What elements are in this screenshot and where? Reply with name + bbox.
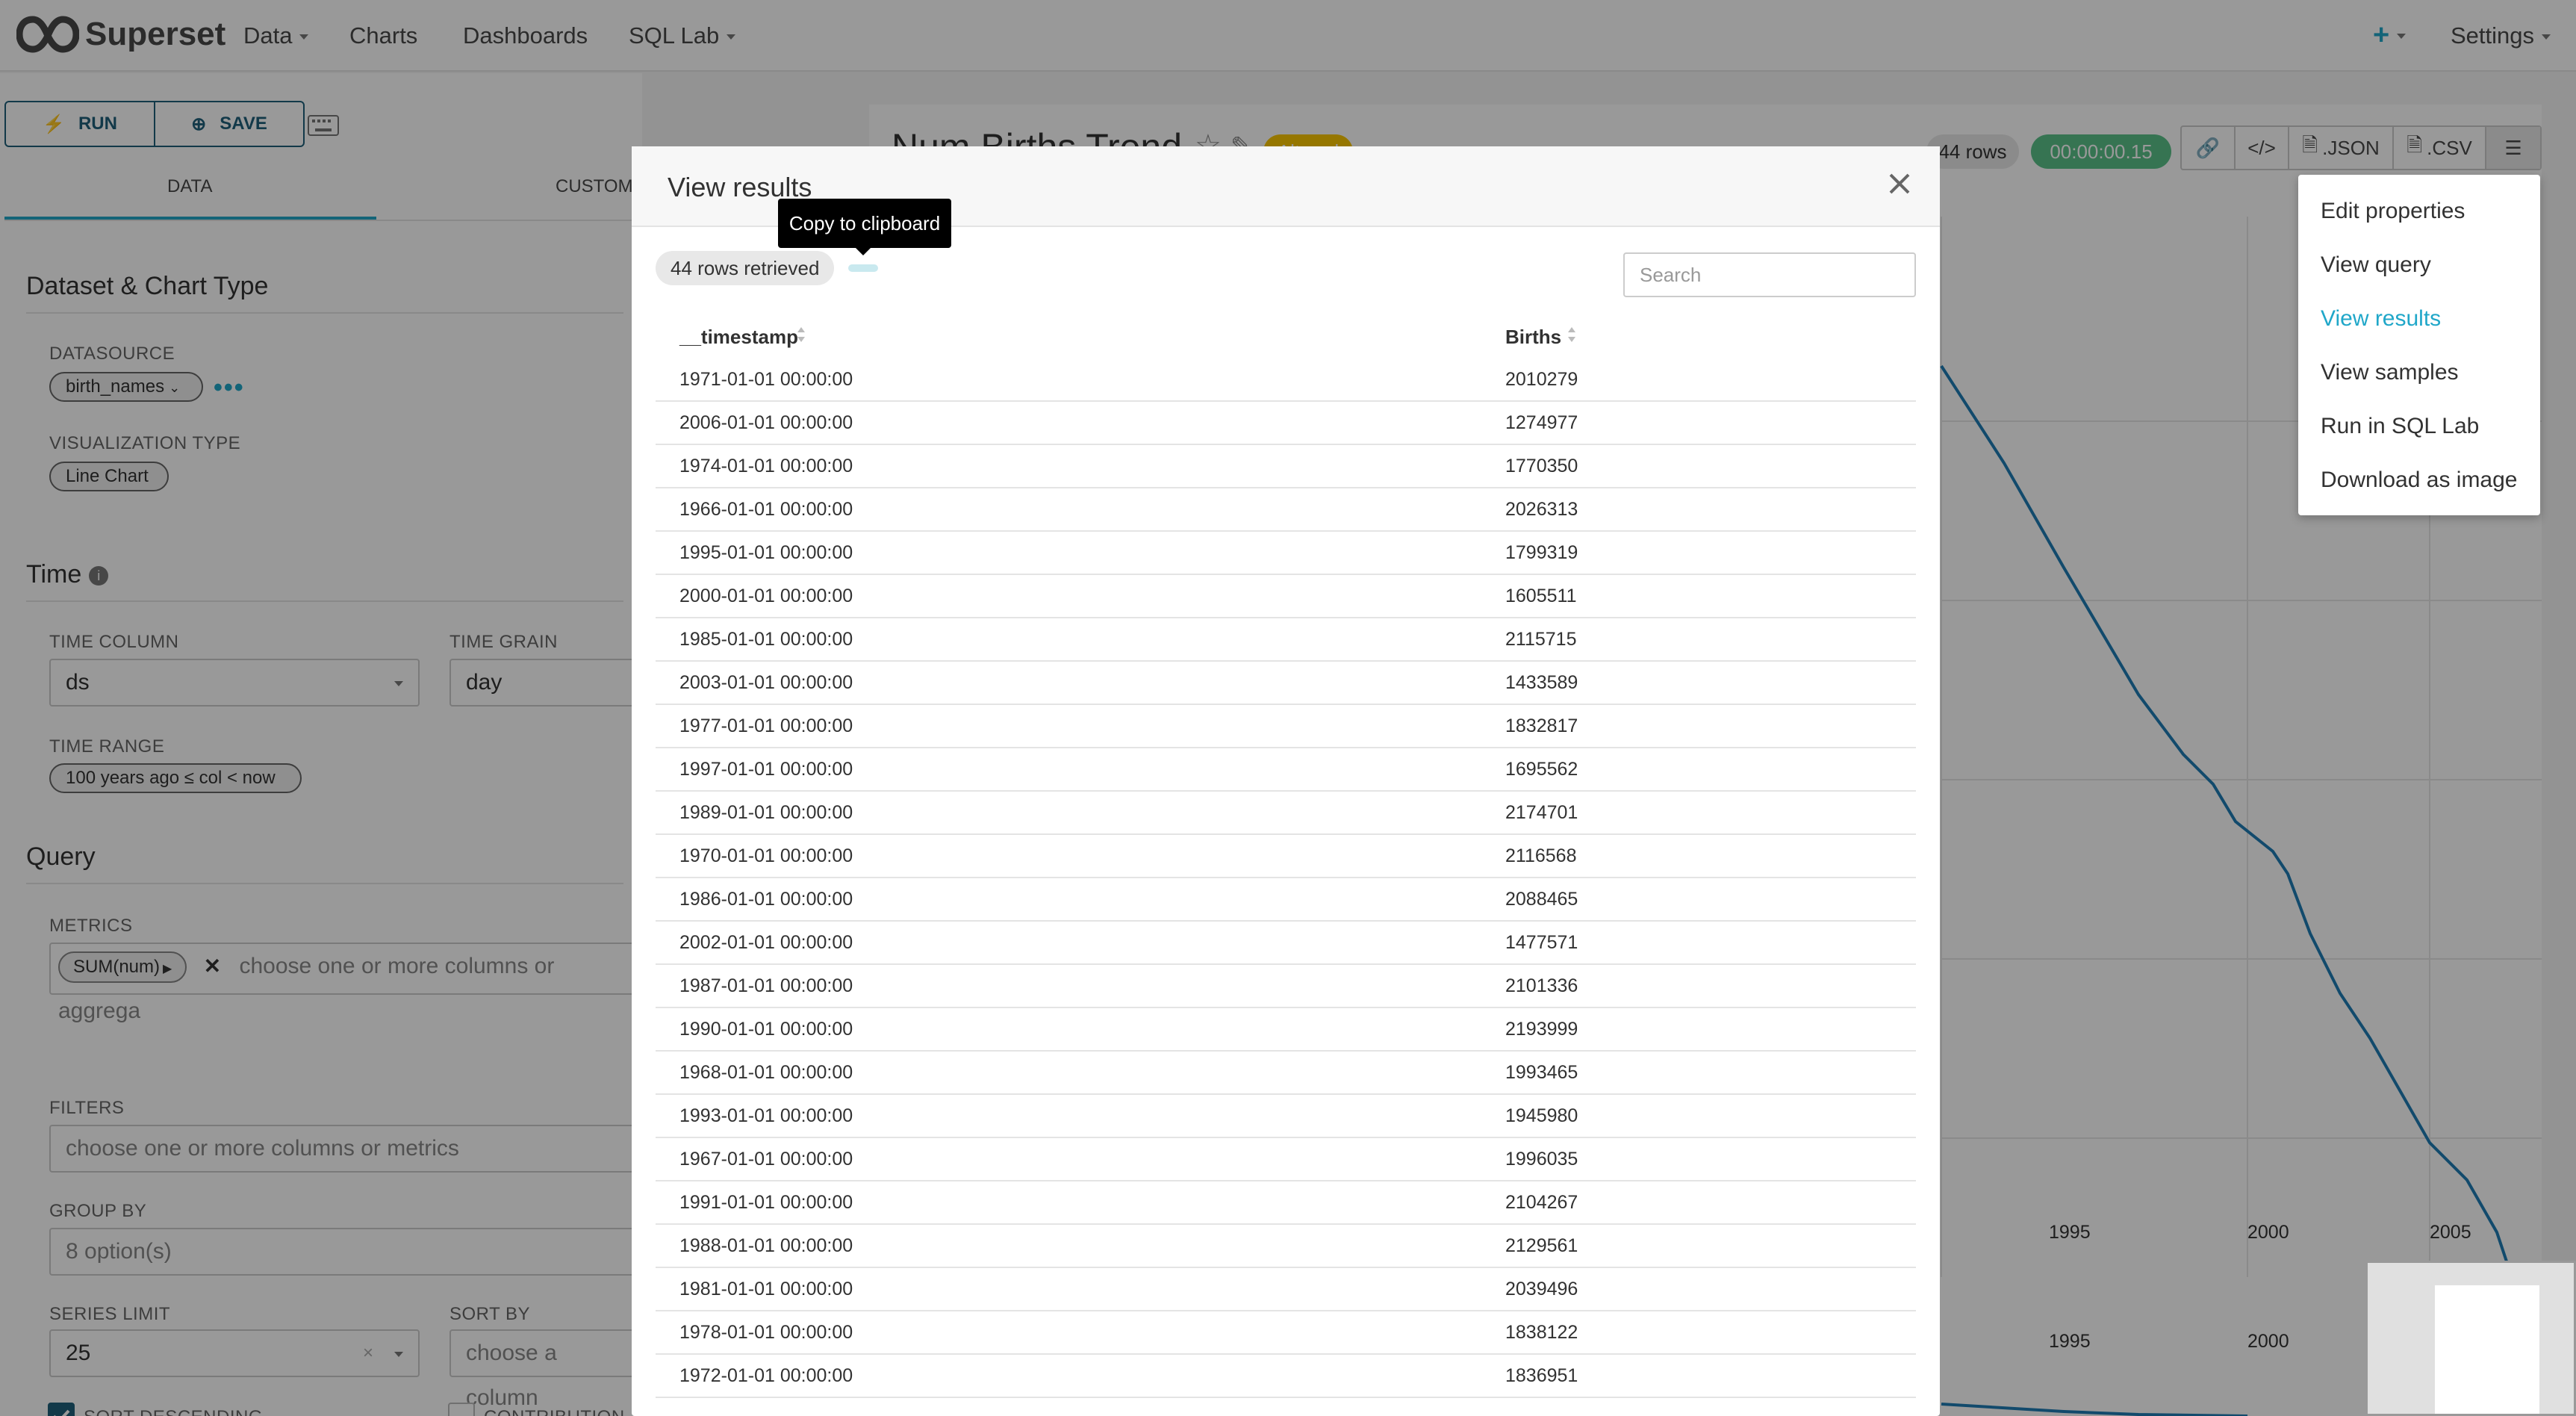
table-row: 1966-01-01 00:00:00 2026313	[656, 488, 1916, 532]
timestamp-cell: 1981-01-01 00:00:00	[679, 1279, 853, 1299]
copy-to-clipboard-button[interactable]	[848, 264, 878, 272]
table-row: 1978-01-01 00:00:00 1838122	[656, 1311, 1916, 1355]
table-row: 1986-01-01 00:00:00 2088465	[656, 878, 1916, 922]
timestamp-cell: 1978-01-01 00:00:00	[679, 1322, 853, 1343]
timestamp-cell: 1993-01-01 00:00:00	[679, 1105, 853, 1126]
births-cell: 2193999	[1505, 1019, 1578, 1040]
close-icon[interactable]	[1883, 167, 1916, 200]
timestamp-cell: 1971-01-01 00:00:00	[679, 369, 853, 390]
table-row: 1977-01-01 00:00:00 1832817	[656, 705, 1916, 748]
timestamp-cell: 2000-01-01 00:00:00	[679, 586, 853, 606]
table-row: 1970-01-01 00:00:00 2116568	[656, 835, 1916, 878]
menu-item-view-samples[interactable]: View samples	[2321, 360, 2459, 385]
births-cell: 2039496	[1505, 1279, 1578, 1299]
births-cell: 2088465	[1505, 889, 1578, 910]
table-row: 2000-01-01 00:00:00 1605511	[656, 575, 1916, 618]
timestamp-cell: 1997-01-01 00:00:00	[679, 759, 853, 780]
table-row: 2006-01-01 00:00:00 1274977	[656, 402, 1916, 445]
births-cell: 1945980	[1505, 1105, 1578, 1126]
menu-item-download-image[interactable]: Download as image	[2321, 468, 2517, 493]
timestamp-cell: 1977-01-01 00:00:00	[679, 715, 853, 736]
column-header-timestamp[interactable]: __timestamp	[679, 326, 798, 349]
births-cell: 2129561	[1505, 1235, 1578, 1256]
search-input[interactable]: Search	[1623, 252, 1916, 297]
timestamp-cell: 1985-01-01 00:00:00	[679, 629, 853, 650]
table-row: 1988-01-01 00:00:00 2129561	[656, 1225, 1916, 1268]
table-row: 1995-01-01 00:00:00 1799319	[656, 532, 1916, 575]
table-row: 2002-01-01 00:00:00 1477571	[656, 922, 1916, 965]
births-cell: 1477571	[1505, 932, 1578, 953]
menu-item-edit-properties[interactable]: Edit properties	[2321, 199, 2465, 224]
births-cell: 1996035	[1505, 1149, 1578, 1170]
table-row: 1987-01-01 00:00:00 2101336	[656, 965, 1916, 1008]
timestamp-cell: 1972-01-01 00:00:00	[679, 1365, 853, 1386]
copy-tooltip: Copy to clipboard	[778, 199, 951, 248]
births-cell: 1695562	[1505, 759, 1578, 780]
table-row: 1972-01-01 00:00:00 1836951	[656, 1355, 1916, 1398]
thumbnail-modal	[2435, 1285, 2539, 1414]
screenshot-thumbnail[interactable]	[2365, 1261, 2576, 1416]
table-row: 1981-01-01 00:00:00 2039496	[656, 1268, 1916, 1311]
timestamp-cell: 1990-01-01 00:00:00	[679, 1019, 853, 1040]
table-row: 1967-01-01 00:00:00 1996035	[656, 1138, 1916, 1181]
timestamp-cell: 1989-01-01 00:00:00	[679, 802, 853, 823]
births-cell: 2174701	[1505, 802, 1578, 823]
table-row: 1971-01-01 00:00:00 2010279	[656, 358, 1916, 402]
sort-icon[interactable]	[1567, 326, 1577, 344]
timestamp-cell: 2003-01-01 00:00:00	[679, 672, 853, 693]
births-cell: 1274977	[1505, 412, 1578, 433]
timestamp-cell: 1995-01-01 00:00:00	[679, 542, 853, 563]
births-cell: 1832817	[1505, 715, 1578, 736]
menu-item-view-results[interactable]: View results	[2321, 306, 2441, 332]
births-cell: 1799319	[1505, 542, 1578, 563]
menu-item-run-in-sql-lab[interactable]: Run in SQL Lab	[2321, 414, 2479, 439]
timestamp-cell: 1967-01-01 00:00:00	[679, 1149, 853, 1170]
timestamp-cell: 2002-01-01 00:00:00	[679, 932, 853, 953]
table-row: 1974-01-01 00:00:00 1770350	[656, 445, 1916, 488]
timestamp-cell: 1986-01-01 00:00:00	[679, 889, 853, 910]
births-cell: 1605511	[1505, 586, 1577, 606]
births-cell: 1770350	[1505, 456, 1578, 476]
timestamp-cell: 2006-01-01 00:00:00	[679, 412, 853, 433]
table-row: 1990-01-01 00:00:00 2193999	[656, 1008, 1916, 1052]
table-row: 1993-01-01 00:00:00 1945980	[656, 1095, 1916, 1138]
births-cell: 2116568	[1505, 845, 1577, 866]
tooltip-arrow	[856, 248, 871, 255]
births-cell: 1836951	[1505, 1365, 1578, 1386]
timestamp-cell: 1966-01-01 00:00:00	[679, 499, 853, 520]
table-row: 2003-01-01 00:00:00 1433589	[656, 662, 1916, 705]
timestamp-cell: 1991-01-01 00:00:00	[679, 1192, 853, 1213]
births-cell: 1993465	[1505, 1062, 1578, 1083]
menu-item-view-query[interactable]: View query	[2321, 252, 2431, 278]
timestamp-cell: 1968-01-01 00:00:00	[679, 1062, 853, 1083]
column-header-births[interactable]: Births	[1505, 326, 1561, 349]
view-results-modal: View results 44 rows retrieved Copy to c…	[632, 146, 1940, 1416]
births-cell: 2104267	[1505, 1192, 1578, 1213]
births-cell: 1838122	[1505, 1322, 1578, 1343]
births-cell: 2101336	[1505, 975, 1578, 996]
births-cell: 2115715	[1505, 629, 1577, 650]
table-row: 1991-01-01 00:00:00 2104267	[656, 1181, 1916, 1225]
rows-retrieved-badge: 44 rows retrieved	[656, 251, 835, 285]
table-row: 1997-01-01 00:00:00 1695562	[656, 748, 1916, 792]
timestamp-cell: 1970-01-01 00:00:00	[679, 845, 853, 866]
table-row: 1989-01-01 00:00:00 2174701	[656, 792, 1916, 835]
births-cell: 1433589	[1505, 672, 1578, 693]
table-row: 1985-01-01 00:00:00 2115715	[656, 618, 1916, 662]
births-cell: 2010279	[1505, 369, 1578, 390]
timestamp-cell: 1974-01-01 00:00:00	[679, 456, 853, 476]
chart-actions-menu: Edit properties View query View results …	[2298, 175, 2540, 515]
births-cell: 2026313	[1505, 499, 1578, 520]
timestamp-cell: 1987-01-01 00:00:00	[679, 975, 853, 996]
timestamp-cell: 1988-01-01 00:00:00	[679, 1235, 853, 1256]
sort-icon[interactable]	[796, 326, 806, 344]
table-row: 1968-01-01 00:00:00 1993465	[656, 1052, 1916, 1095]
